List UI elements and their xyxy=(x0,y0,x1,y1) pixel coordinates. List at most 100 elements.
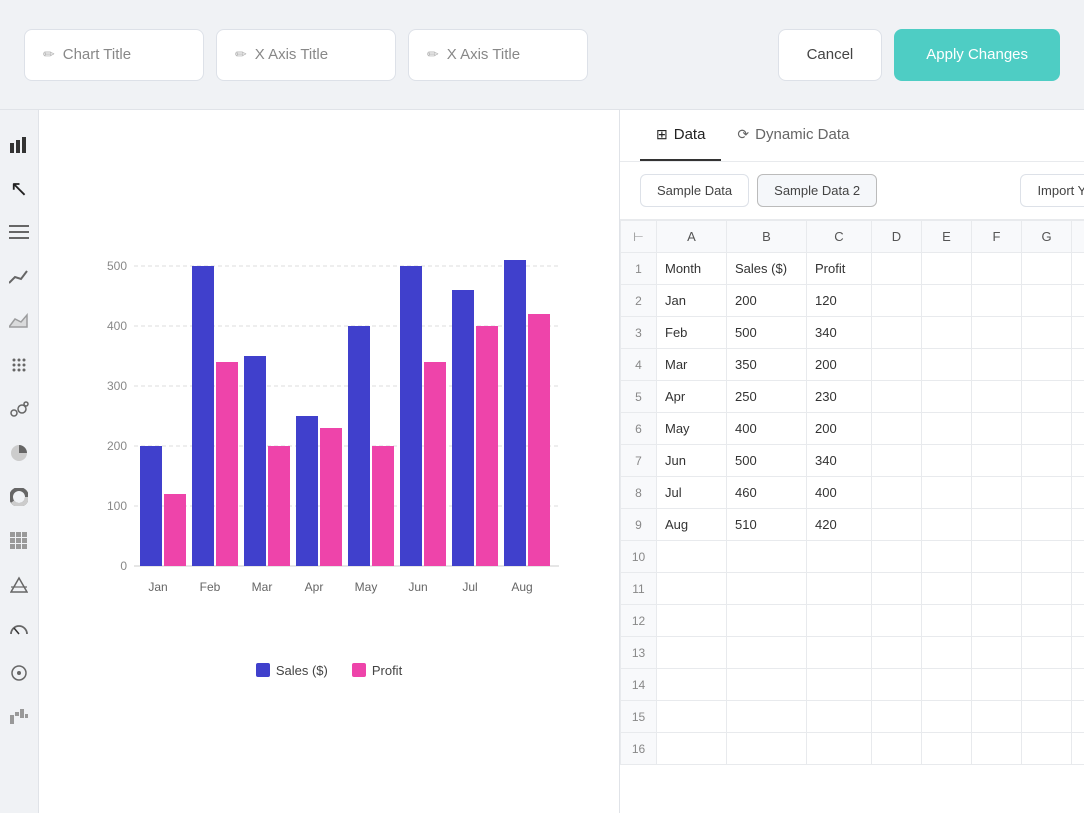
cell-1b[interactable]: Sales ($) xyxy=(727,253,807,285)
line-chart-icon[interactable] xyxy=(0,258,38,296)
cell-9b[interactable]: 510 xyxy=(727,509,807,541)
cell-3g[interactable] xyxy=(1022,317,1072,349)
cell-7c[interactable]: 340 xyxy=(807,445,872,477)
cell-5e[interactable] xyxy=(922,381,972,413)
circle-icon[interactable] xyxy=(0,654,38,692)
cell-5h[interactable] xyxy=(1072,381,1084,413)
table-row: 8 Jul 460 400 xyxy=(621,477,1084,509)
chart-title-input[interactable]: ✏ Chart Title xyxy=(24,29,204,81)
bubble-chart-icon[interactable] xyxy=(0,390,38,428)
cell-9d[interactable] xyxy=(872,509,922,541)
cell-1d[interactable] xyxy=(872,253,922,285)
cell-9c[interactable]: 420 xyxy=(807,509,872,541)
cell-1e[interactable] xyxy=(922,253,972,285)
cell-6g[interactable] xyxy=(1022,413,1072,445)
bar-chart-icon[interactable] xyxy=(0,126,38,164)
gauge-icon[interactable] xyxy=(0,610,38,648)
cell-9f[interactable] xyxy=(972,509,1022,541)
y-axis-title-input[interactable]: ✏ X Axis Title xyxy=(408,29,588,81)
triangle-pyramid-icon[interactable] xyxy=(0,566,38,604)
cell-7g[interactable] xyxy=(1022,445,1072,477)
cell-4a[interactable]: Mar xyxy=(657,349,727,381)
cell-8b[interactable]: 460 xyxy=(727,477,807,509)
cell-2c[interactable]: 120 xyxy=(807,285,872,317)
cell-3e[interactable] xyxy=(922,317,972,349)
tab-data[interactable]: ⊞ Data xyxy=(640,110,721,161)
cell-2a[interactable]: Jan xyxy=(657,285,727,317)
cancel-button[interactable]: Cancel xyxy=(778,29,883,81)
cell-8a[interactable]: Jul xyxy=(657,477,727,509)
cell-7a[interactable]: Jun xyxy=(657,445,727,477)
cell-1a[interactable]: Month xyxy=(657,253,727,285)
cell-5c[interactable]: 230 xyxy=(807,381,872,413)
cell-7b[interactable]: 500 xyxy=(727,445,807,477)
chart-container: 500 400 300 200 100 0 xyxy=(79,246,579,678)
grid-heatmap-icon[interactable] xyxy=(0,522,38,560)
cell-7e[interactable] xyxy=(922,445,972,477)
cell-7d[interactable] xyxy=(872,445,922,477)
cell-3c[interactable]: 340 xyxy=(807,317,872,349)
cell-2f[interactable] xyxy=(972,285,1022,317)
import-data-button[interactable]: Import Your Data xyxy=(1020,174,1084,207)
cell-4e[interactable] xyxy=(922,349,972,381)
cell-1g[interactable] xyxy=(1022,253,1072,285)
bar-profit-aug xyxy=(528,314,550,566)
sample-data-2-button[interactable]: Sample Data 2 xyxy=(757,174,877,207)
cell-5d[interactable] xyxy=(872,381,922,413)
cell-5f[interactable] xyxy=(972,381,1022,413)
cell-9g[interactable] xyxy=(1022,509,1072,541)
cell-6h[interactable] xyxy=(1072,413,1084,445)
cell-1h[interactable] xyxy=(1072,253,1084,285)
cell-5g[interactable] xyxy=(1022,381,1072,413)
donut-chart-icon[interactable] xyxy=(0,478,38,516)
cell-2b[interactable]: 200 xyxy=(727,285,807,317)
waterfall-icon[interactable] xyxy=(0,698,38,736)
cell-2e[interactable] xyxy=(922,285,972,317)
cell-2d[interactable] xyxy=(872,285,922,317)
cell-5b[interactable]: 250 xyxy=(727,381,807,413)
cell-8c[interactable]: 400 xyxy=(807,477,872,509)
cell-4f[interactable] xyxy=(972,349,1022,381)
cursor-pointer-icon[interactable]: ↖ xyxy=(0,170,38,208)
table-row: 10 xyxy=(621,541,1084,573)
cell-4g[interactable] xyxy=(1022,349,1072,381)
area-chart-icon[interactable] xyxy=(0,302,38,340)
x-axis-title-input[interactable]: ✏ X Axis Title xyxy=(216,29,396,81)
cell-1f[interactable] xyxy=(972,253,1022,285)
cell-6e[interactable] xyxy=(922,413,972,445)
cell-3f[interactable] xyxy=(972,317,1022,349)
cell-8d[interactable] xyxy=(872,477,922,509)
apply-changes-button[interactable]: Apply Changes xyxy=(894,29,1060,81)
cell-3b[interactable]: 500 xyxy=(727,317,807,349)
cell-8f[interactable] xyxy=(972,477,1022,509)
cell-7f[interactable] xyxy=(972,445,1022,477)
cell-3a[interactable]: Feb xyxy=(657,317,727,349)
cell-4h[interactable] xyxy=(1072,349,1084,381)
cell-6f[interactable] xyxy=(972,413,1022,445)
cell-7h[interactable] xyxy=(1072,445,1084,477)
cell-4c[interactable]: 200 xyxy=(807,349,872,381)
cell-8e[interactable] xyxy=(922,477,972,509)
sample-data-1-button[interactable]: Sample Data xyxy=(640,174,749,207)
dot-grid-icon[interactable] xyxy=(0,346,38,384)
list-icon[interactable] xyxy=(0,214,38,252)
cell-4d[interactable] xyxy=(872,349,922,381)
cell-9e[interactable] xyxy=(922,509,972,541)
pie-chart-icon[interactable] xyxy=(0,434,38,472)
cell-3h[interactable] xyxy=(1072,317,1084,349)
cell-2h[interactable] xyxy=(1072,285,1084,317)
cell-5a[interactable]: Apr xyxy=(657,381,727,413)
cell-1c[interactable]: Profit xyxy=(807,253,872,285)
cell-4b[interactable]: 350 xyxy=(727,349,807,381)
cell-8g[interactable] xyxy=(1022,477,1072,509)
cell-8h[interactable] xyxy=(1072,477,1084,509)
cell-6d[interactable] xyxy=(872,413,922,445)
cell-6a[interactable]: May xyxy=(657,413,727,445)
cell-2g[interactable] xyxy=(1022,285,1072,317)
cell-9a[interactable]: Aug xyxy=(657,509,727,541)
cell-9h[interactable] xyxy=(1072,509,1084,541)
cell-3d[interactable] xyxy=(872,317,922,349)
cell-6c[interactable]: 200 xyxy=(807,413,872,445)
cell-6b[interactable]: 400 xyxy=(727,413,807,445)
tab-dynamic-data[interactable]: ⟳ Dynamic Data xyxy=(721,110,865,161)
